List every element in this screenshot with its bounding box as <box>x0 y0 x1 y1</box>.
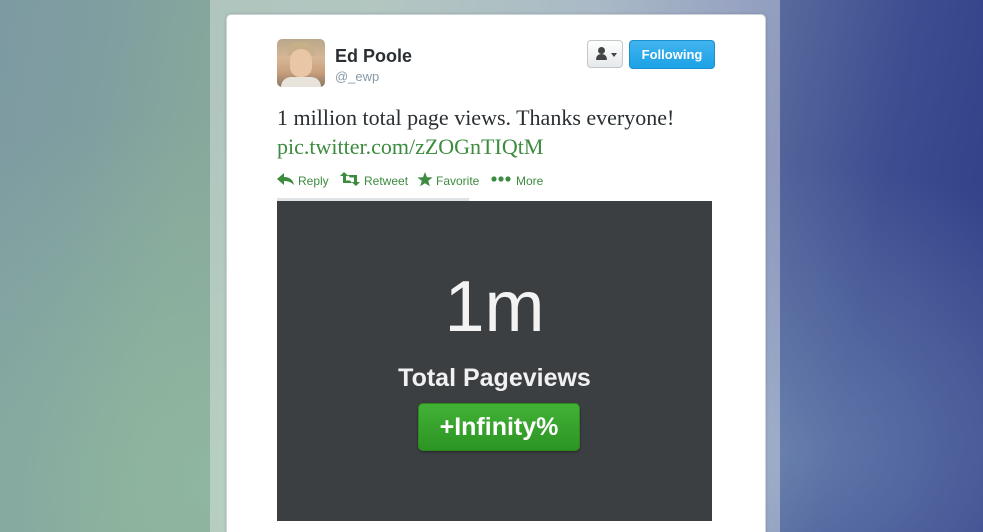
author-name[interactable]: Ed Poole <box>335 46 412 67</box>
tweet-media-image[interactable]: 1m Total Pageviews +Infinity% <box>277 201 712 521</box>
retweet-label: Retweet <box>364 174 409 188</box>
tweet-link[interactable]: pic.twitter.com/zZOGnTIQtM <box>277 132 543 161</box>
more-label: More <box>516 174 544 188</box>
user-actions-dropdown[interactable] <box>587 40 623 68</box>
avatar-shirt <box>281 77 321 87</box>
user-icon <box>598 47 605 54</box>
avatar-face <box>290 49 312 77</box>
more-icon <box>491 176 511 182</box>
favorite-button[interactable]: Favorite <box>417 171 483 189</box>
following-button[interactable]: Following <box>629 40 715 69</box>
author-handle[interactable]: @_ewp <box>335 69 379 84</box>
more-button[interactable]: More <box>491 171 547 189</box>
media-growth-badge: +Infinity% <box>418 403 580 451</box>
tweet-text: 1 million total page views. Thanks every… <box>277 105 675 130</box>
reply-label: Reply <box>298 174 329 188</box>
user-icon-body <box>596 54 607 60</box>
star-icon <box>417 172 433 187</box>
media-subtitle: Total Pageviews <box>398 364 591 392</box>
avatar[interactable] <box>277 39 325 87</box>
retweet-icon <box>340 172 360 186</box>
favorite-label: Favorite <box>436 174 480 188</box>
retweet-button[interactable]: Retweet <box>340 171 410 189</box>
reply-button[interactable]: Reply <box>277 171 333 189</box>
tweet-card: Ed Poole @_ewp Following 1 million total… <box>226 14 766 532</box>
reply-icon <box>277 173 294 185</box>
chevron-down-icon <box>611 53 617 57</box>
media-big-number: 1m <box>444 267 545 347</box>
